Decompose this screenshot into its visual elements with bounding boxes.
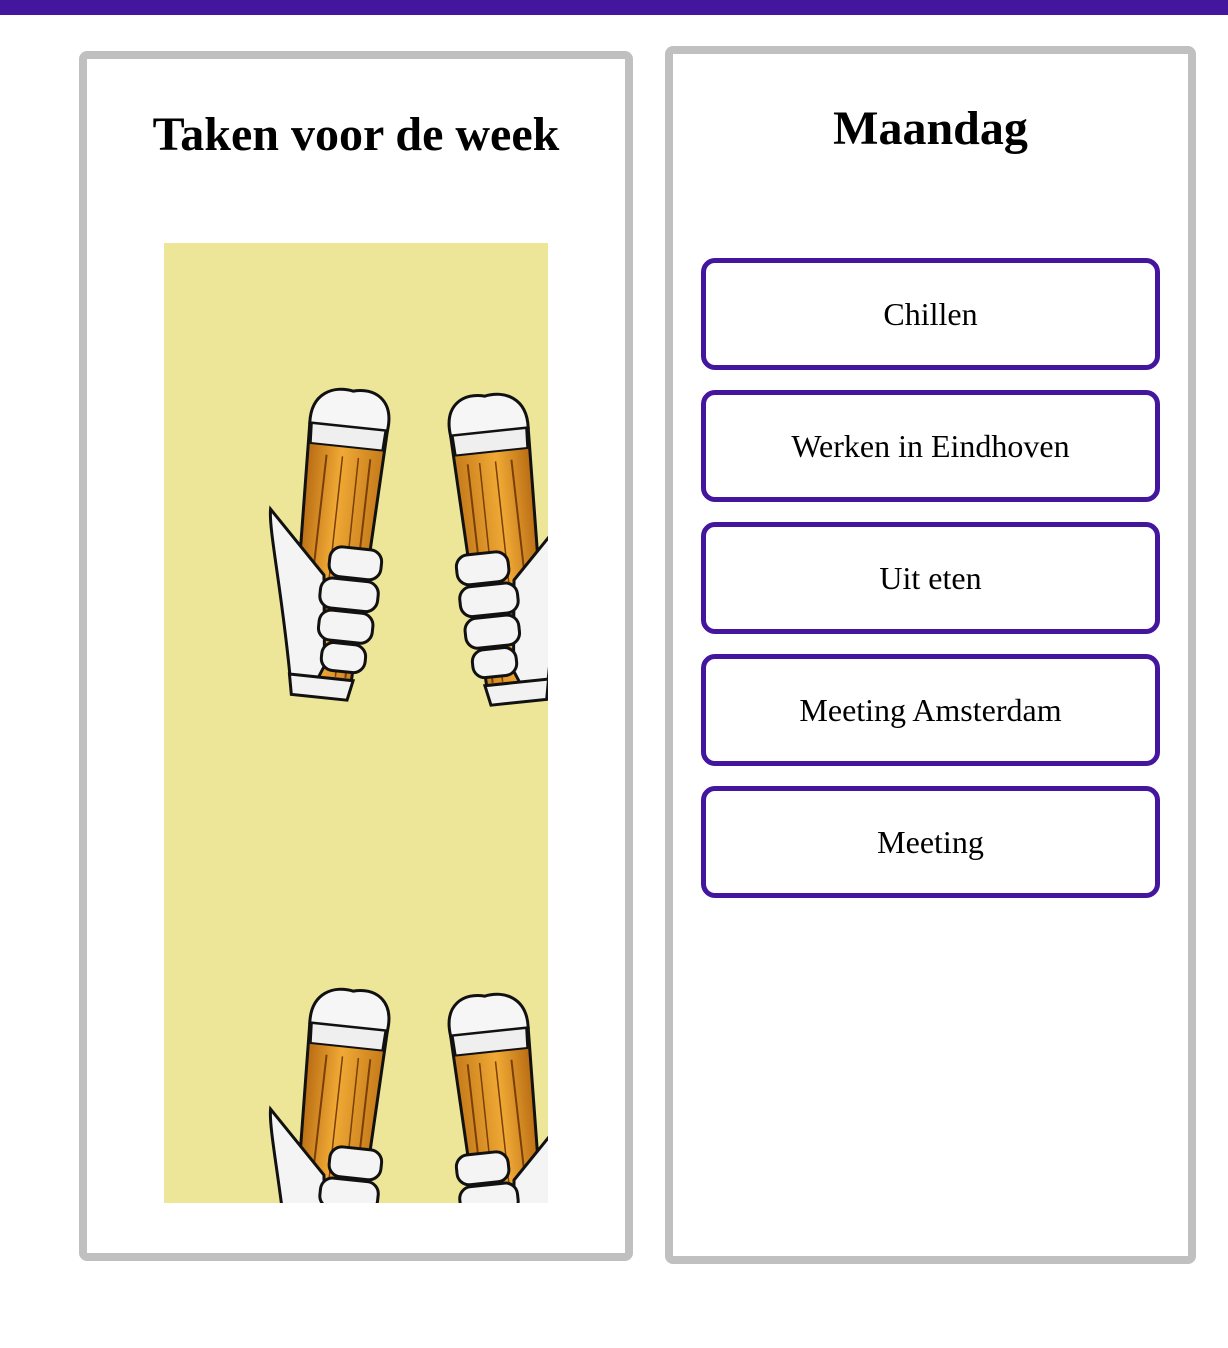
beer-toast-illustration [164,243,548,1203]
top-accent-bar [0,0,1228,15]
task-list: Chillen Werken in Eindhoven Uit eten Mee… [701,258,1160,918]
beer-toast-image [164,243,548,1203]
beer-glasses-top [252,382,548,707]
beer-glasses-bottom [252,982,548,1203]
task-item[interactable]: Werken in Eindhoven [701,390,1160,502]
weekly-tasks-panel: Taken voor de week [79,51,633,1261]
day-panel-monday: Maandag Chillen Werken in Eindhoven Uit … [665,46,1196,1264]
task-item[interactable]: Uit eten [701,522,1160,634]
task-item[interactable]: Chillen [701,258,1160,370]
task-item[interactable]: Meeting [701,786,1160,898]
task-item[interactable]: Meeting Amsterdam [701,654,1160,766]
day-title: Maandag [833,102,1028,155]
weekly-tasks-title: Taken voor de week [152,108,560,161]
